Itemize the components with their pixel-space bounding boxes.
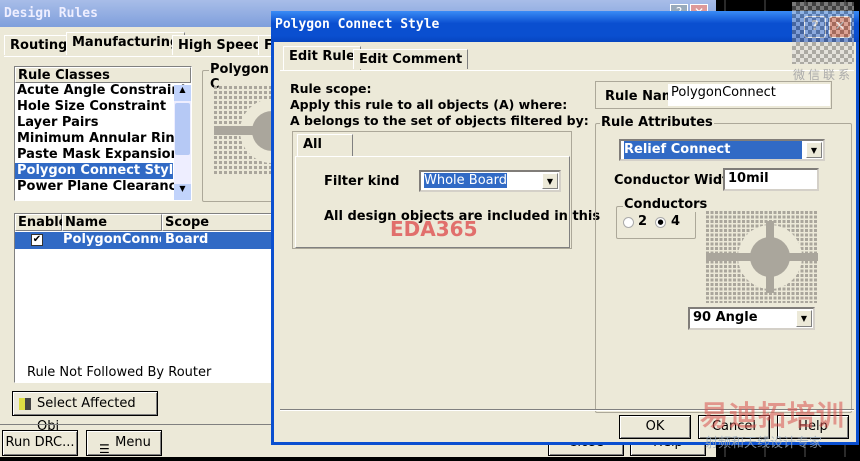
menu-icon: ☰: [99, 442, 110, 456]
scroll-up-icon[interactable]: ▲: [174, 85, 191, 101]
connect-style-dropdown[interactable]: Relief Connect ▼: [619, 139, 825, 161]
column-header[interactable]: Name: [62, 214, 162, 231]
rule-name-box: Rule Nam PolygonConnect: [595, 81, 832, 109]
list-header: Rule Classes: [15, 67, 191, 83]
rule-class-item[interactable]: Hole Size Constraint: [15, 99, 173, 115]
rule-classes-list[interactable]: Rule Classes Acute Angle Constraint Hole …: [14, 66, 192, 201]
radio-2[interactable]: [623, 217, 634, 228]
rule-name-input[interactable]: PolygonConnect: [668, 84, 830, 106]
tab-edit-comment[interactable]: Edit Comment: [353, 49, 469, 69]
filter-kind-dropdown[interactable]: Whole Board ▼: [419, 170, 561, 192]
rule-class-item[interactable]: Power Plane Clearance: [15, 179, 185, 195]
rule-scope-cell: Board: [165, 232, 209, 247]
rules-table: Enable Name Scope ✔ PolygonConnect Board…: [14, 213, 272, 383]
run-drc-button[interactable]: Run DRC...: [2, 430, 78, 456]
ok-button[interactable]: OK: [619, 415, 691, 439]
rule-attributes-group: Rule Attributes Relief Connect ▼ Conducto…: [595, 115, 852, 413]
tab-all[interactable]: All: [297, 134, 353, 156]
tab-edit-rule[interactable]: Edit Rule: [283, 46, 361, 70]
conductors-group: Conductors 2 ● 4: [616, 197, 709, 239]
rule-class-item[interactable]: Paste Mask Expansion: [15, 147, 180, 163]
tab-manufacturing[interactable]: Manufacturing: [66, 32, 186, 55]
scrollbar[interactable]: ▲ ▼: [174, 85, 191, 200]
watermark: 微信联系: [793, 68, 854, 82]
rule-scope-text: Rule scope: Apply this rule to all object…: [290, 81, 589, 128]
conductor-width-label: Conductor Width: [614, 173, 738, 188]
select-icon: [19, 398, 31, 410]
filter-kind-label: Filter kind: [324, 174, 400, 189]
enable-checkbox[interactable]: ✔: [31, 234, 43, 246]
scroll-down-icon[interactable]: ▼: [174, 184, 191, 200]
chevron-down-icon[interactable]: ▼: [796, 310, 812, 327]
qr-code-watermark: [792, 2, 854, 64]
table-row[interactable]: ✔ PolygonConnect Board: [15, 232, 271, 249]
tab-high-speed[interactable]: High Speed: [172, 35, 269, 55]
scroll-thumb[interactable]: [175, 103, 190, 155]
dialog-titlebar: Polygon Connect Style: [271, 11, 859, 42]
menu-button[interactable]: ☰ Menu: [86, 430, 162, 456]
rule-name-cell: PolygonConnect: [63, 232, 161, 247]
conductor-width-input[interactable]: 10mil: [723, 168, 819, 191]
radio-4[interactable]: ●: [655, 217, 666, 228]
rule-class-item[interactable]: Polygon Connect Style: [15, 163, 182, 179]
column-header[interactable]: Enable: [15, 214, 68, 231]
watermark: 射频和天线设计专家: [705, 436, 823, 451]
chevron-down-icon[interactable]: ▼: [806, 142, 822, 158]
router-note: Rule Not Followed By Router: [27, 365, 212, 380]
pad-preview-image: [214, 86, 274, 176]
tab-routing[interactable]: Routing: [4, 35, 74, 55]
column-header[interactable]: Scope: [162, 214, 272, 231]
rule-class-item[interactable]: Layer Pairs: [15, 115, 173, 131]
watermark: EDA365: [390, 217, 478, 241]
relief-connect-preview-image: [706, 211, 818, 303]
dialog-title: Polygon Connect Style: [275, 17, 440, 32]
polygon-connect-dialog: Polygon Connect Style ? ✕ Edit Rule Edit…: [271, 11, 859, 445]
chevron-down-icon[interactable]: ▼: [542, 173, 558, 189]
rule-name-label: Rule Nam: [605, 89, 676, 104]
rule-class-item[interactable]: Acute Angle Constraint: [15, 83, 187, 99]
rule-class-item[interactable]: Minimum Annular Ring: [15, 131, 184, 147]
watermark: 易迪拓培训: [700, 399, 846, 432]
angle-dropdown[interactable]: 90 Angle ▼: [688, 307, 815, 330]
window-title: Design Rules: [4, 6, 98, 21]
select-affected-button[interactable]: Select Affected Obj: [12, 391, 158, 434]
